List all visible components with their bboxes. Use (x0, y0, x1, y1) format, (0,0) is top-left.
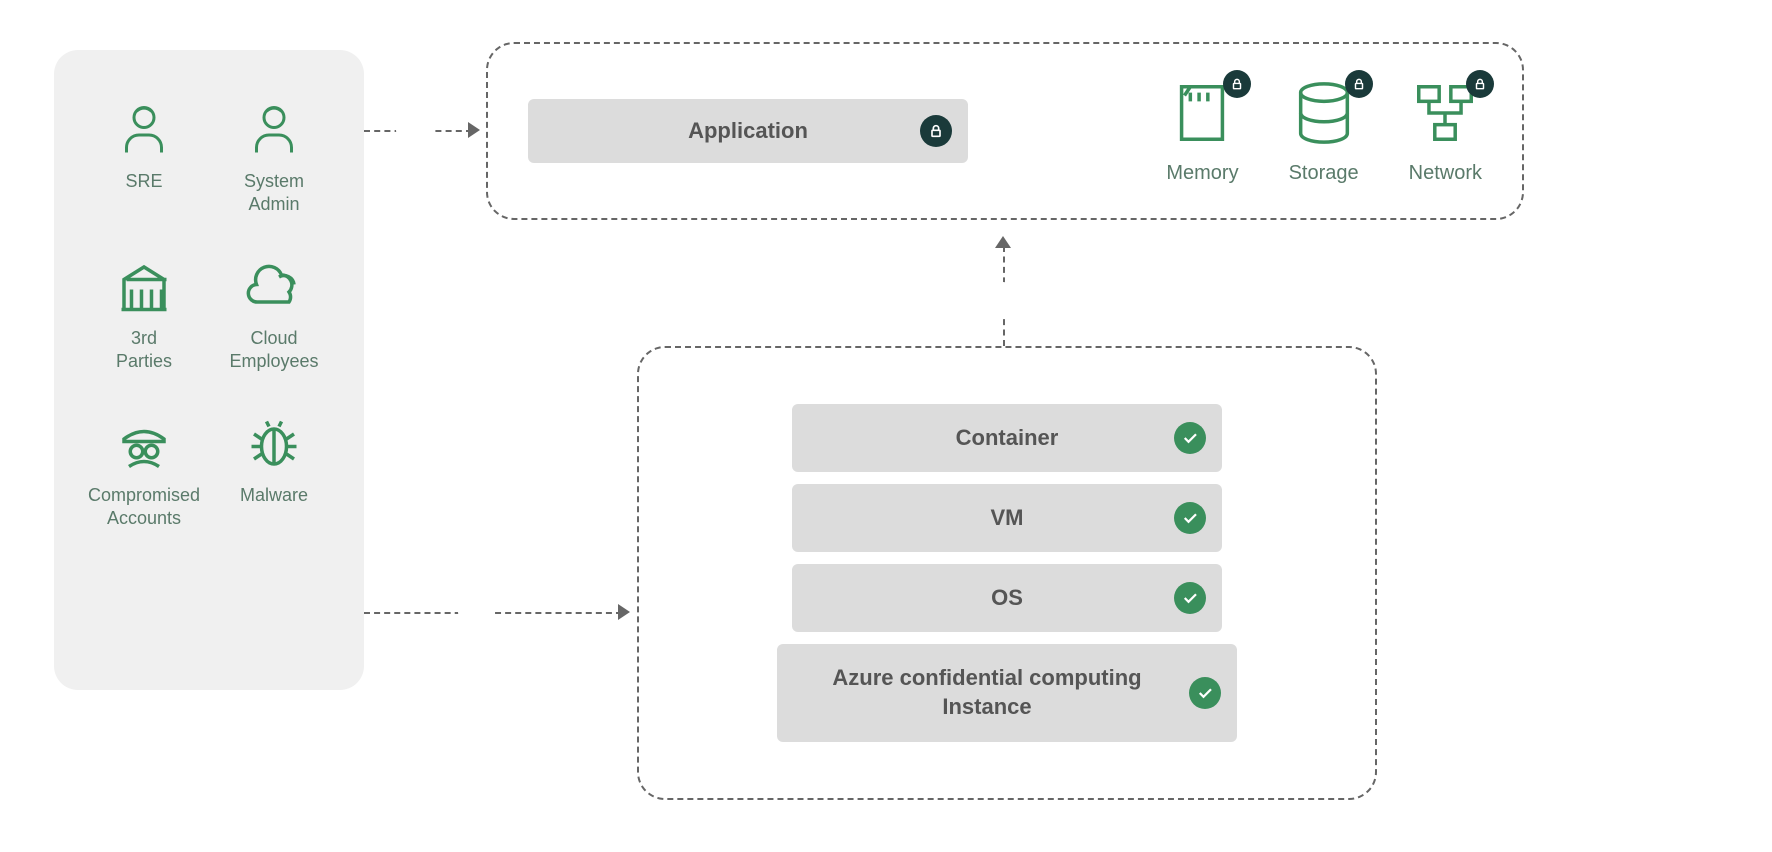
bug-icon (244, 414, 304, 474)
lock-icon (1345, 70, 1373, 98)
arrow-head-icon (995, 236, 1011, 248)
network-label: Network (1409, 162, 1482, 185)
threat-sre-label: SRE (125, 170, 162, 193)
vm-bar: VM (792, 484, 1222, 552)
threat-cloud-label: Cloud Employees (229, 327, 318, 374)
container-label: Container (956, 425, 1059, 451)
spy-icon (114, 414, 174, 474)
building-icon (114, 257, 174, 317)
check-icon (1174, 582, 1206, 614)
application-bar: Application (528, 99, 968, 163)
check-icon (1189, 677, 1221, 709)
person-icon (114, 100, 174, 160)
storage-label: Storage (1289, 162, 1359, 185)
arrow-head-icon (618, 604, 630, 620)
vm-label: VM (991, 505, 1024, 531)
application-label: Application (688, 118, 808, 144)
azure-bar: Azure confidential computing Instance (777, 644, 1237, 742)
threat-sysadmin-label: System Admin (244, 170, 304, 217)
check-icon (462, 598, 490, 626)
threat-sysadmin: System Admin (244, 100, 304, 217)
application-container: Application Memory Storage Network (486, 42, 1524, 220)
threat-cloud-employees: Cloud Employees (229, 257, 318, 374)
threat-comp-label: Compromised Accounts (88, 484, 200, 531)
threat-sre: SRE (114, 100, 174, 217)
threat-malware: Malware (240, 414, 308, 531)
threat-compromised: Compromised Accounts (88, 414, 200, 531)
threat-malware-label: Malware (240, 484, 308, 507)
os-label: OS (991, 585, 1023, 611)
arrow-threats-to-stack (364, 612, 622, 614)
lock-icon (989, 286, 1017, 314)
infrastructure-container: Container VM OS Azure confidential compu… (637, 346, 1377, 800)
check-icon (1174, 502, 1206, 534)
memory-label: Memory (1166, 162, 1238, 185)
resource-memory: Memory (1166, 78, 1238, 185)
lock-icon (1223, 70, 1251, 98)
threat-actors-panel: SRE System Admin 3rd Parties Cloud Emplo… (54, 50, 364, 690)
resource-network: Network (1409, 78, 1482, 185)
lock-icon (400, 116, 428, 144)
os-bar: OS (792, 564, 1222, 632)
cloud-icon (244, 257, 304, 317)
lock-icon (920, 115, 952, 147)
resource-storage: Storage (1289, 78, 1359, 185)
threat-third-label: 3rd Parties (116, 327, 172, 374)
threat-grid: SRE System Admin 3rd Parties Cloud Emplo… (84, 100, 334, 530)
arrow-head-icon (468, 122, 480, 138)
person-icon (244, 100, 304, 160)
threat-third-parties: 3rd Parties (114, 257, 174, 374)
azure-label: Azure confidential computing Instance (797, 664, 1177, 721)
container-bar: Container (792, 404, 1222, 472)
lock-icon (1466, 70, 1494, 98)
check-icon (1174, 422, 1206, 454)
